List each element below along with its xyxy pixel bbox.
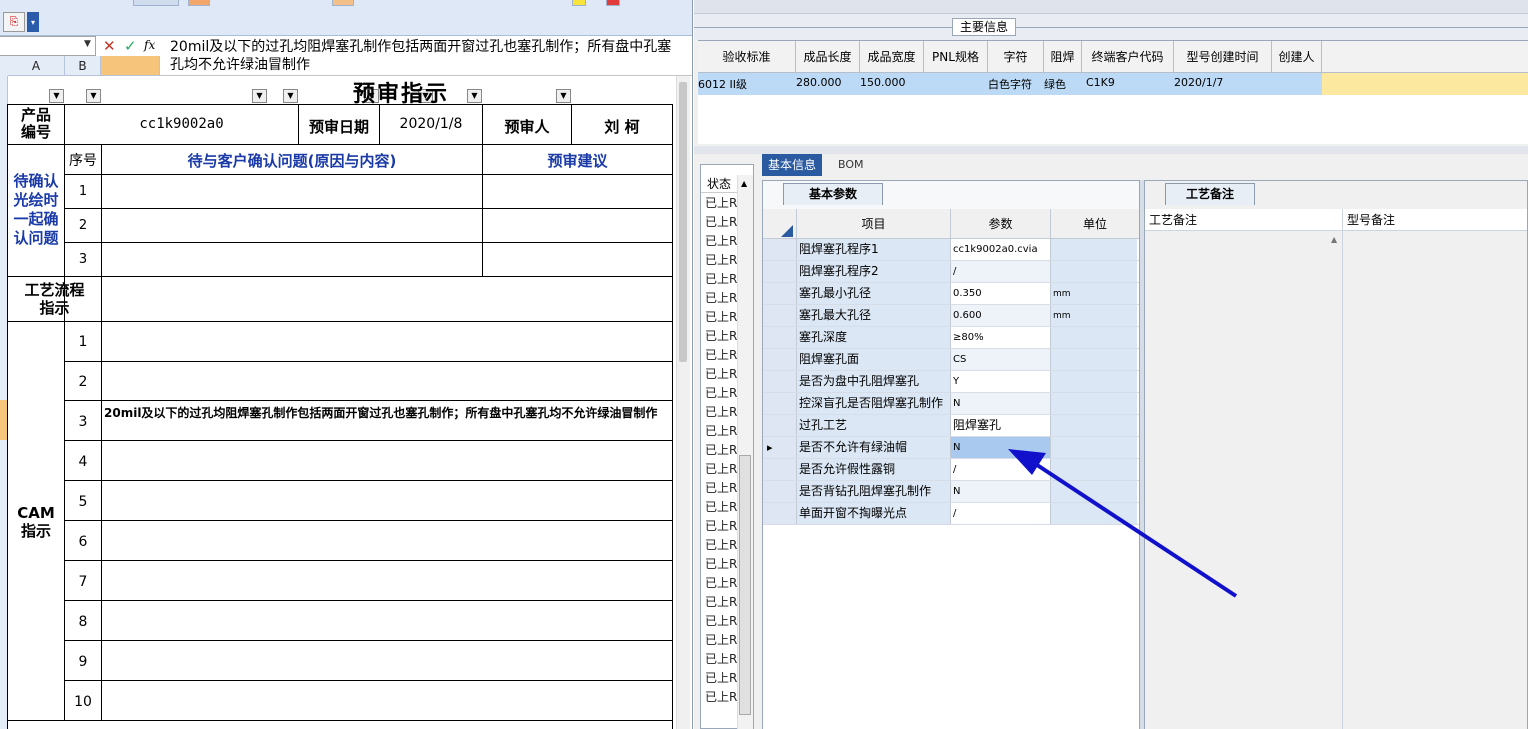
screen: ⎘ ▾ ▼ ✕ ✓ fx 20mil及以下的过孔均阻焊塞孔制作包括两面开窗过孔也… <box>0 0 1528 729</box>
annotation-arrow-icon <box>1008 449 1238 598</box>
